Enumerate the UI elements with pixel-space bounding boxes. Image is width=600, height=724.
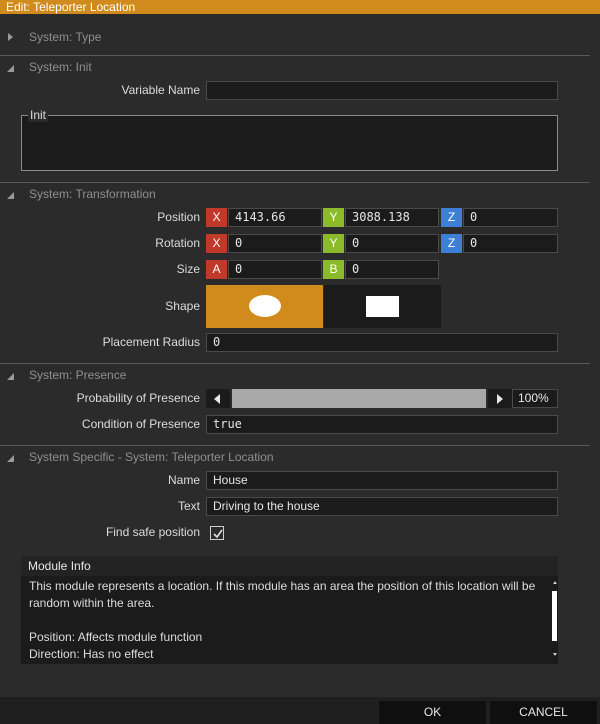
- collapse-arrow-icon: [6, 56, 16, 78]
- init-label: Init: [28, 108, 49, 122]
- slider-increase-icon[interactable]: [488, 389, 512, 408]
- rotation-z-input[interactable]: 0: [463, 234, 558, 253]
- position-x-input[interactable]: 4143.66: [228, 208, 322, 227]
- size-label: Size: [176, 262, 200, 276]
- collapse-arrow-icon: [6, 183, 16, 205]
- scroll-thumb[interactable]: [552, 591, 557, 641]
- shape-label: Shape: [165, 299, 200, 313]
- name-input[interactable]: House: [206, 471, 558, 490]
- collapse-arrow-icon: [6, 446, 16, 468]
- name-label: Name: [167, 473, 200, 487]
- section-system-presence[interactable]: System: Presence: [0, 364, 590, 386]
- shape-ellipse-button[interactable]: [206, 285, 323, 328]
- size-a-input[interactable]: 0: [228, 260, 322, 279]
- probability-slider[interactable]: [232, 389, 486, 408]
- axis-z-badge: Z: [441, 234, 462, 253]
- placement-radius-label: Placement Radius: [102, 335, 200, 349]
- axis-x-badge: X: [206, 234, 227, 253]
- module-info-line: Direction: Has no effect: [29, 647, 154, 661]
- section-system-type[interactable]: System: Type: [0, 26, 590, 48]
- section-title: System: Transformation: [29, 187, 156, 201]
- check-icon: [213, 529, 223, 539]
- size-b-input[interactable]: 0: [345, 260, 439, 279]
- section-title: System Specific - System: Teleporter Loc…: [29, 450, 274, 464]
- condition-label: Condition of Presence: [81, 417, 200, 431]
- cancel-button[interactable]: CANCEL: [490, 701, 597, 724]
- position-y-input[interactable]: 3088.138: [345, 208, 439, 227]
- text-label: Text: [177, 499, 200, 513]
- find-safe-position-label: Find safe position: [105, 525, 200, 539]
- collapse-arrow-icon: [6, 364, 16, 386]
- rectangle-icon: [366, 296, 399, 317]
- section-title: System: Init: [29, 60, 92, 74]
- condition-input[interactable]: true: [206, 415, 558, 434]
- slider-decrease-icon[interactable]: [206, 389, 230, 408]
- section-title: System: Presence: [29, 368, 127, 382]
- probability-value[interactable]: 100%: [512, 389, 558, 408]
- probability-label: Probability of Presence: [76, 391, 200, 405]
- shape-rectangle-button[interactable]: [324, 285, 441, 328]
- window-title: Edit: Teleporter Location: [0, 0, 600, 14]
- expand-arrow-icon: [6, 26, 16, 48]
- variable-name-input[interactable]: [206, 81, 558, 100]
- module-info-panel: Module Info This module represents a loc…: [21, 556, 558, 664]
- axis-a-badge: A: [206, 260, 227, 279]
- find-safe-position-checkbox[interactable]: [210, 526, 224, 540]
- module-info-body: This module represents a location. If th…: [29, 578, 549, 663]
- variable-name-label: Variable Name: [121, 83, 200, 97]
- module-info-line: Position: Affects module function: [29, 630, 203, 644]
- rotation-label: Rotation: [155, 236, 200, 250]
- section-system-init[interactable]: System: Init: [0, 56, 590, 78]
- axis-x-badge: X: [206, 208, 227, 227]
- section-system-specific[interactable]: System Specific - System: Teleporter Loc…: [0, 446, 590, 468]
- rotation-x-input[interactable]: 0: [228, 234, 322, 253]
- axis-z-badge: Z: [441, 208, 462, 227]
- axis-b-badge: B: [323, 260, 344, 279]
- module-info-line: This module represents a location. If th…: [29, 579, 539, 610]
- module-info-scrollbar[interactable]: [551, 577, 558, 661]
- section-title: System: Type: [29, 30, 102, 44]
- ellipse-icon: [249, 295, 281, 317]
- init-textarea[interactable]: Init: [21, 108, 558, 171]
- module-info-title: Module Info: [21, 556, 558, 576]
- axis-y-badge: Y: [323, 234, 344, 253]
- section-system-transformation[interactable]: System: Transformation: [0, 183, 590, 205]
- placement-radius-input[interactable]: 0: [206, 333, 558, 352]
- ok-button[interactable]: OK: [379, 701, 486, 724]
- rotation-y-input[interactable]: 0: [345, 234, 439, 253]
- axis-y-badge: Y: [323, 208, 344, 227]
- slider-fill: [232, 389, 486, 408]
- position-z-input[interactable]: 0: [463, 208, 558, 227]
- text-input[interactable]: Driving to the house: [206, 497, 558, 516]
- position-label: Position: [157, 210, 200, 224]
